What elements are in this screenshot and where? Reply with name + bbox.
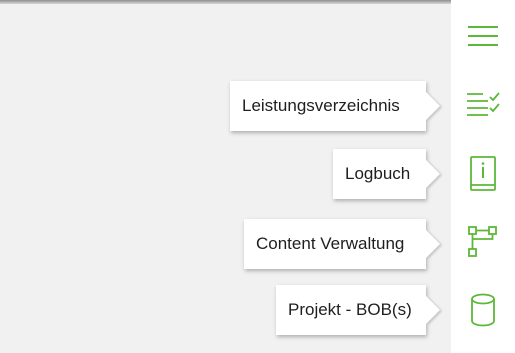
hamburger-menu-icon[interactable] — [459, 12, 507, 60]
tooltip-label: Leistungsverzeichnis — [242, 96, 400, 115]
book-info-icon[interactable] — [459, 150, 507, 198]
right-sidebar — [451, 0, 515, 353]
tooltip-content-verwaltung[interactable]: Content Verwaltung — [244, 219, 426, 269]
top-shadow-bar — [0, 0, 452, 4]
tooltip-projekt-bobs[interactable]: Projekt - BOB(s) — [276, 285, 426, 335]
tooltip-leistungsverzeichnis[interactable]: Leistungsverzeichnis — [230, 81, 426, 131]
tooltip-label: Projekt - BOB(s) — [288, 300, 412, 319]
tooltip-logbuch[interactable]: Logbuch — [333, 149, 426, 199]
hierarchy-icon[interactable] — [459, 218, 507, 266]
database-icon[interactable] — [459, 286, 507, 334]
checklist-icon[interactable] — [459, 80, 507, 128]
tooltip-label: Logbuch — [345, 164, 411, 183]
tooltip-label: Content Verwaltung — [256, 234, 405, 253]
